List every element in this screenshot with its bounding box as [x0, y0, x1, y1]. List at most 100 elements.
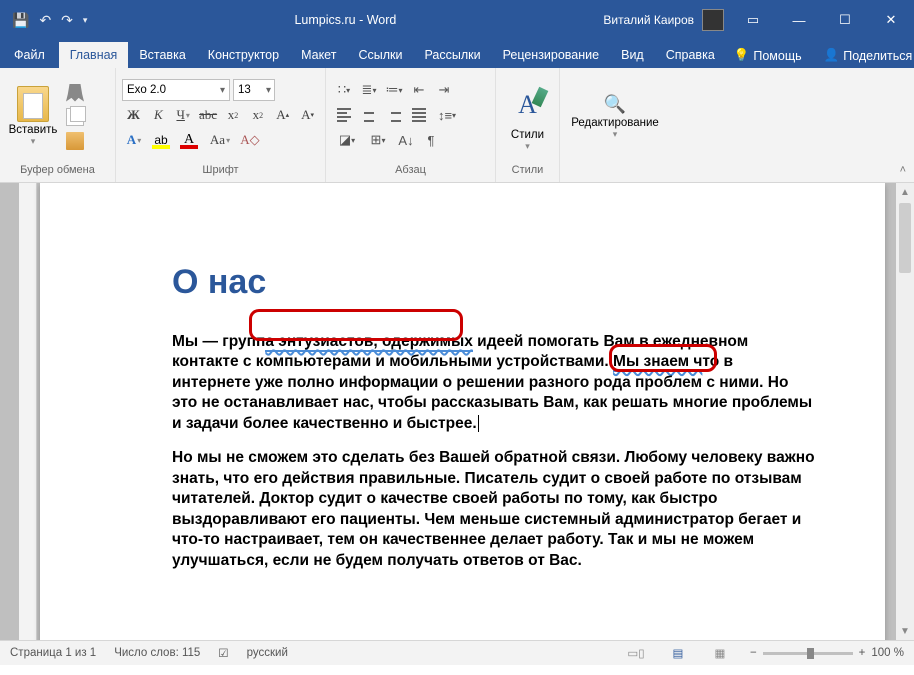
text-cursor	[478, 415, 479, 432]
status-word-count[interactable]: Число слов: 115	[114, 647, 200, 659]
p1-underlined-2: Мы знаем ч	[613, 353, 702, 372]
tab-layout[interactable]: Макет	[290, 42, 347, 68]
justify-button[interactable]	[407, 104, 431, 126]
font-color-button[interactable]: A	[176, 129, 202, 151]
group-label-editing	[566, 161, 664, 180]
doc-paragraph-1: Мы — группа энтузиастов, одержимых идеей…	[172, 332, 815, 434]
vertical-ruler[interactable]	[19, 183, 37, 640]
redo-icon[interactable]: ↷	[61, 12, 73, 29]
tab-mailings[interactable]: Рассылки	[413, 42, 491, 68]
zoom-in-icon[interactable]: +	[859, 647, 866, 659]
window-title: Lumpics.ru - Word	[87, 13, 603, 27]
group-styles: A Стили ▾ Стили	[496, 68, 560, 182]
find-icon[interactable]: 🔍	[604, 94, 626, 115]
proofing-icon[interactable]: ☑	[218, 646, 228, 660]
user-area[interactable]: Виталий Каиров	[603, 9, 730, 31]
autosave-icon[interactable]: 💾	[12, 12, 29, 29]
paste-icon	[17, 86, 49, 122]
zoom-slider[interactable]	[763, 652, 853, 655]
format-painter-icon[interactable]	[66, 132, 84, 150]
close-button[interactable]: ✕	[868, 0, 914, 40]
highlight-button[interactable]: ab	[148, 129, 174, 151]
styles-icon: A	[518, 90, 537, 120]
tab-file[interactable]: Файл	[0, 42, 59, 68]
subscript-button[interactable]: x2	[222, 104, 245, 126]
undo-icon[interactable]: ↶	[39, 12, 51, 29]
group-label-font: Шрифт	[122, 161, 319, 180]
bold-button[interactable]: Ж	[122, 104, 145, 126]
align-right-button[interactable]	[382, 104, 406, 126]
share-label: Поделиться	[843, 49, 912, 63]
zoom-out-icon[interactable]: −	[750, 647, 757, 659]
font-size-combo[interactable]: 13	[233, 79, 275, 101]
font-name-combo[interactable]: Exo 2.0	[122, 79, 230, 101]
zoom-value[interactable]: 100 %	[871, 647, 904, 659]
print-layout-icon[interactable]: ▤	[666, 644, 690, 662]
window-controls: ▭ — ☐ ✕	[730, 0, 914, 40]
numbering-button[interactable]: ≣▾	[357, 79, 381, 101]
tab-home[interactable]: Главная	[59, 42, 129, 68]
align-center-button[interactable]	[357, 104, 381, 126]
bullets-button[interactable]: ∷▾	[332, 79, 356, 101]
multilevel-button[interactable]: ≔▾	[382, 79, 406, 101]
scroll-up-icon[interactable]: ▲	[896, 183, 914, 201]
status-language[interactable]: русский	[247, 647, 288, 659]
text-effects-button[interactable]: A▾	[122, 129, 146, 151]
change-case-button[interactable]: Aa▾	[204, 129, 236, 151]
show-marks-button[interactable]: ¶	[419, 129, 443, 151]
vertical-scrollbar[interactable]: ▲ ▼	[896, 183, 914, 640]
italic-button[interactable]: К	[147, 104, 170, 126]
align-left-button[interactable]	[332, 104, 356, 126]
web-layout-icon[interactable]: ▦	[708, 644, 732, 662]
maximize-button[interactable]: ☐	[822, 0, 868, 40]
chevron-down-icon[interactable]: ▾	[525, 141, 530, 152]
chevron-down-icon[interactable]: ▾	[613, 129, 618, 140]
page[interactable]: О нас Мы — группа энтузиастов, одержимых…	[40, 183, 885, 640]
clear-formatting-button[interactable]: A◇	[238, 129, 262, 151]
tab-help[interactable]: Справка	[655, 42, 726, 68]
ribbon-tabs: Файл Главная Вставка Конструктор Макет С…	[0, 40, 914, 68]
chevron-down-icon[interactable]: ▾	[31, 136, 36, 147]
increase-indent-button[interactable]: ⇥	[432, 79, 456, 101]
paste-button[interactable]: Вставить ▾	[6, 86, 60, 147]
grow-font-button[interactable]: A▴	[271, 104, 294, 126]
strikethrough-button[interactable]: abc	[197, 104, 220, 126]
cut-icon[interactable]	[66, 84, 84, 102]
line-spacing-button[interactable]: ↕≡▾	[432, 104, 462, 126]
decrease-indent-button[interactable]: ⇤	[407, 79, 431, 101]
zoom-knob[interactable]	[807, 648, 814, 659]
tell-me-label: Помощь	[753, 49, 801, 63]
share-button[interactable]: 👤Поделиться	[816, 43, 914, 68]
styles-button-label: Стили	[511, 129, 544, 141]
tab-view[interactable]: Вид	[610, 42, 655, 68]
tab-insert[interactable]: Вставка	[128, 42, 196, 68]
shrink-font-button[interactable]: A▾	[296, 104, 319, 126]
underline-button[interactable]: Ч▾	[172, 104, 195, 126]
tab-review[interactable]: Рецензирование	[492, 42, 611, 68]
scroll-down-icon[interactable]: ▼	[896, 622, 914, 640]
shading-button[interactable]: ◪▾	[332, 129, 362, 151]
styles-button[interactable]: A	[505, 81, 551, 129]
share-icon: 👤	[824, 48, 840, 63]
tab-references[interactable]: Ссылки	[347, 42, 413, 68]
copy-icon[interactable]	[66, 108, 84, 126]
sort-button[interactable]: A↓	[394, 129, 418, 151]
tell-me[interactable]: 💡Помощь	[726, 43, 810, 68]
tab-design[interactable]: Конструктор	[197, 42, 290, 68]
minimize-button[interactable]: —	[776, 0, 822, 40]
status-bar: Страница 1 из 1 Число слов: 115 ☑ русски…	[0, 640, 914, 665]
borders-button[interactable]: ⊞▾	[363, 129, 393, 151]
ribbon-display-icon[interactable]: ▭	[730, 0, 776, 40]
zoom-control[interactable]: − + 100 %	[750, 647, 904, 659]
status-page[interactable]: Страница 1 из 1	[10, 647, 96, 659]
quick-access-toolbar: 💾 ↶ ↷ ▾	[6, 12, 87, 29]
qat-more-icon[interactable]: ▾	[83, 15, 88, 26]
doc-paragraph-2: Но мы не сможем это сделать без Вашей об…	[172, 448, 815, 571]
collapse-ribbon-icon[interactable]: ˄	[900, 164, 906, 176]
lightbulb-icon: 💡	[734, 48, 750, 63]
user-avatar[interactable]	[702, 9, 724, 31]
scroll-thumb[interactable]	[899, 203, 911, 273]
read-mode-icon[interactable]: ▭▯	[624, 644, 648, 662]
superscript-button[interactable]: x2	[246, 104, 269, 126]
editing-button-label: Редактирование	[571, 117, 659, 129]
